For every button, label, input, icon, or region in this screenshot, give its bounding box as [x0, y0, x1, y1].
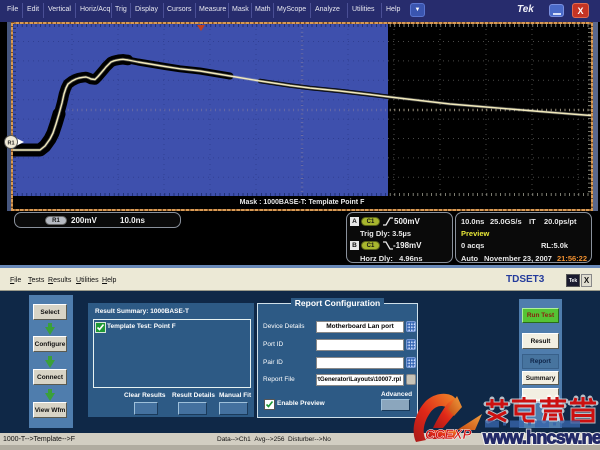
svg-text:R1: R1: [7, 141, 14, 147]
svg-text:www.hncsw.net: www.hncsw.net: [482, 428, 600, 448]
svg-text:CCEXP: CCEXP: [425, 427, 473, 442]
